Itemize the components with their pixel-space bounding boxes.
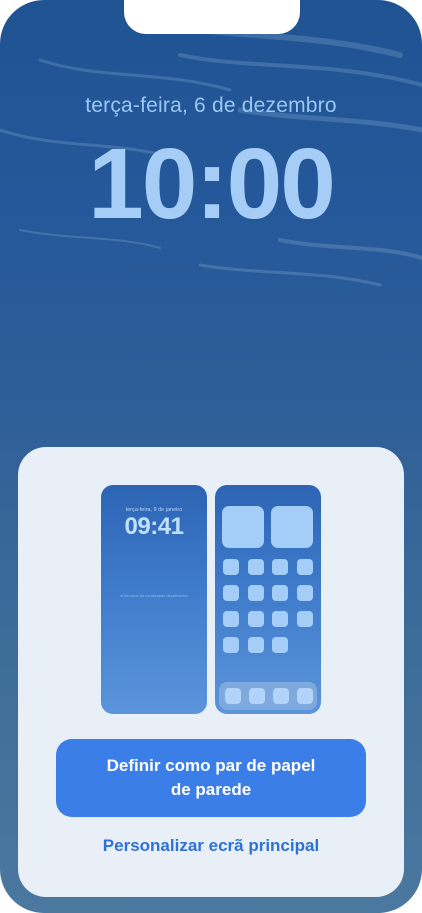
lock-screen-time: 10:00 — [88, 128, 336, 240]
device-notch — [124, 0, 300, 34]
wallpaper-pair-sheet: terça-feira, 9 de janeiro 09:41 ◂ Serviç… — [18, 447, 404, 897]
preview-location-status: ◂ Serviços de localização desativados — [120, 593, 188, 598]
preview-widget — [222, 506, 264, 548]
preview-lock-time: 09:41 — [124, 513, 184, 540]
preview-dock-app-icon — [225, 688, 241, 704]
lock-screen-preview: terça-feira, 9 de janeiro 09:41 ◂ Serviç… — [101, 485, 207, 714]
preview-app-icon — [248, 637, 264, 653]
preview-app-icon — [223, 559, 239, 575]
preview-app-icon — [297, 611, 313, 627]
preview-app-icon — [272, 611, 288, 627]
customize-home-screen-link[interactable]: Personalizar ecrã principal — [18, 836, 404, 856]
wallpaper-screen: terça-feira, 6 de dezembro 10:00 terça-f… — [0, 0, 422, 913]
preview-app-icon — [223, 585, 239, 601]
preview-app-icon — [223, 611, 239, 627]
preview-app-icon — [297, 585, 313, 601]
preview-app-icon — [272, 637, 288, 653]
home-screen-preview — [215, 485, 321, 714]
preview-app-icon — [297, 559, 313, 575]
preview-app-icon — [248, 585, 264, 601]
preview-app-icon — [248, 559, 264, 575]
preview-app-icon — [223, 637, 239, 653]
preview-dock-app-icon — [297, 688, 313, 704]
preview-app-icon — [272, 585, 288, 601]
lock-screen-date: terça-feira, 6 de dezembro — [85, 94, 337, 117]
preview-app-icon — [272, 559, 288, 575]
preview-app-icon — [248, 611, 264, 627]
set-wallpaper-pair-button[interactable]: Definir como par de papel de parede — [56, 739, 366, 817]
preview-dock-app-icon — [273, 688, 289, 704]
preview-dock-app-icon — [249, 688, 265, 704]
preview-widget — [271, 506, 313, 548]
